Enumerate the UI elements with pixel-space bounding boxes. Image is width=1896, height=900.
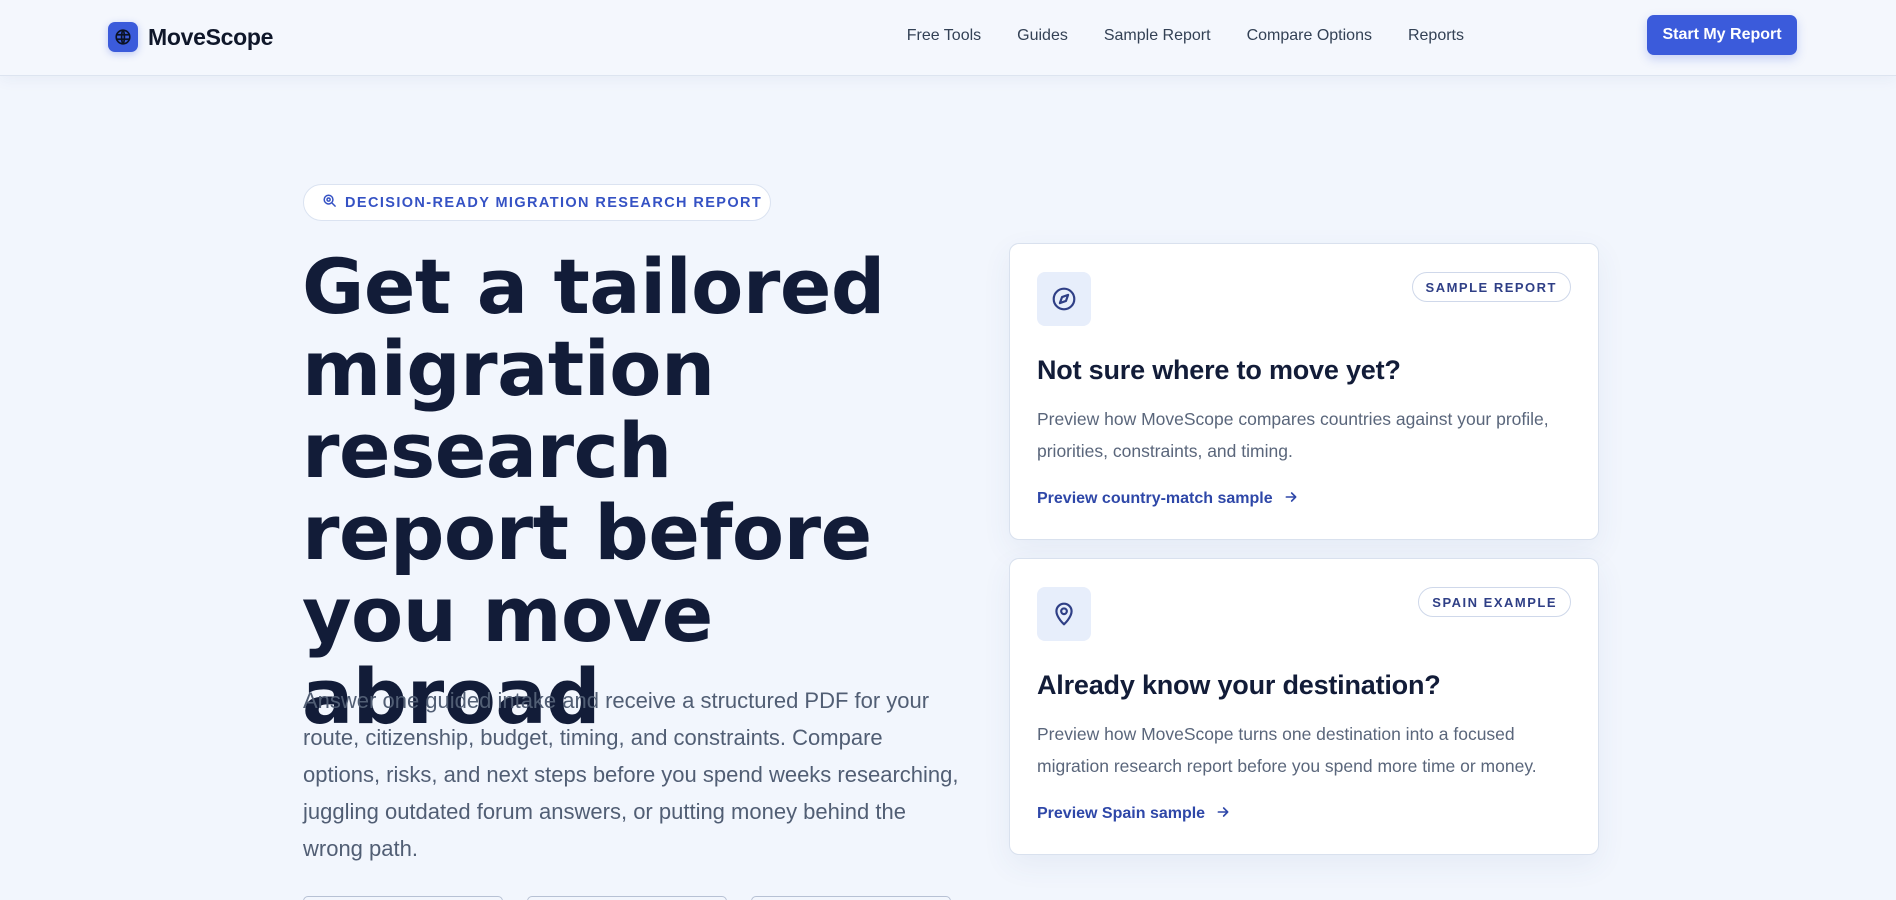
hero-secondary-button[interactable] <box>527 896 727 900</box>
spain-example-card: SPAIN EXAMPLE Already know your destinat… <box>1009 558 1599 855</box>
nav-link-free-tools[interactable]: Free Tools <box>907 27 981 45</box>
card-link-label: Preview Spain sample <box>1037 805 1206 822</box>
spain-example-badge: SPAIN EXAMPLE <box>1418 587 1571 617</box>
arrow-right-icon <box>1283 489 1299 510</box>
search-magnifier-icon <box>322 193 337 213</box>
hero-title: Get a tailored migration research report… <box>302 242 885 741</box>
hero-subtitle: Answer one guided intake and receive a s… <box>303 688 959 861</box>
hero-primary-button[interactable] <box>303 896 503 900</box>
preview-country-match-link[interactable]: Preview country-match sample <box>1037 487 1299 511</box>
card-link-label: Preview country-match sample <box>1037 490 1273 507</box>
brand-logo-link[interactable]: MoveScope <box>108 19 273 55</box>
hero-tertiary-button[interactable] <box>751 896 951 900</box>
sample-report-badge: SAMPLE REPORT <box>1411 272 1571 302</box>
nav-link-sample-report[interactable]: Sample Report <box>1104 27 1211 45</box>
nav-link-guides[interactable]: Guides <box>1017 27 1068 45</box>
card-description: Preview how MoveScope turns one destinat… <box>1037 724 1537 776</box>
preview-spain-sample-link[interactable]: Preview Spain sample <box>1037 802 1231 826</box>
start-my-report-button[interactable]: Start My Report <box>1647 15 1797 55</box>
brand-name: MoveScope <box>148 23 274 50</box>
card-title: Not sure where to move yet? <box>1037 355 1401 385</box>
arrow-right-icon <box>1215 804 1231 825</box>
compass-icon <box>1037 272 1091 326</box>
logo-icon <box>108 22 138 52</box>
country-match-card: SAMPLE REPORT Not sure where to move yet… <box>1009 243 1599 540</box>
site-header: MoveScope Free Tools Guides Sample Repor… <box>0 0 1896 76</box>
card-description: Preview how MoveScope compares countries… <box>1037 409 1549 461</box>
map-pin-icon <box>1037 587 1091 641</box>
nav-link-compare-options[interactable]: Compare Options <box>1247 27 1372 45</box>
hero-eyebrow-badge: DECISION-READY MIGRATION RESEARCH REPORT <box>303 184 771 221</box>
card-title: Already know your destination? <box>1037 670 1441 700</box>
nav-link-reports[interactable]: Reports <box>1408 27 1464 45</box>
hero-eyebrow-text: DECISION-READY MIGRATION RESEARCH REPORT <box>345 194 763 211</box>
main-nav: Free Tools Guides Sample Report Compare … <box>907 24 1464 48</box>
